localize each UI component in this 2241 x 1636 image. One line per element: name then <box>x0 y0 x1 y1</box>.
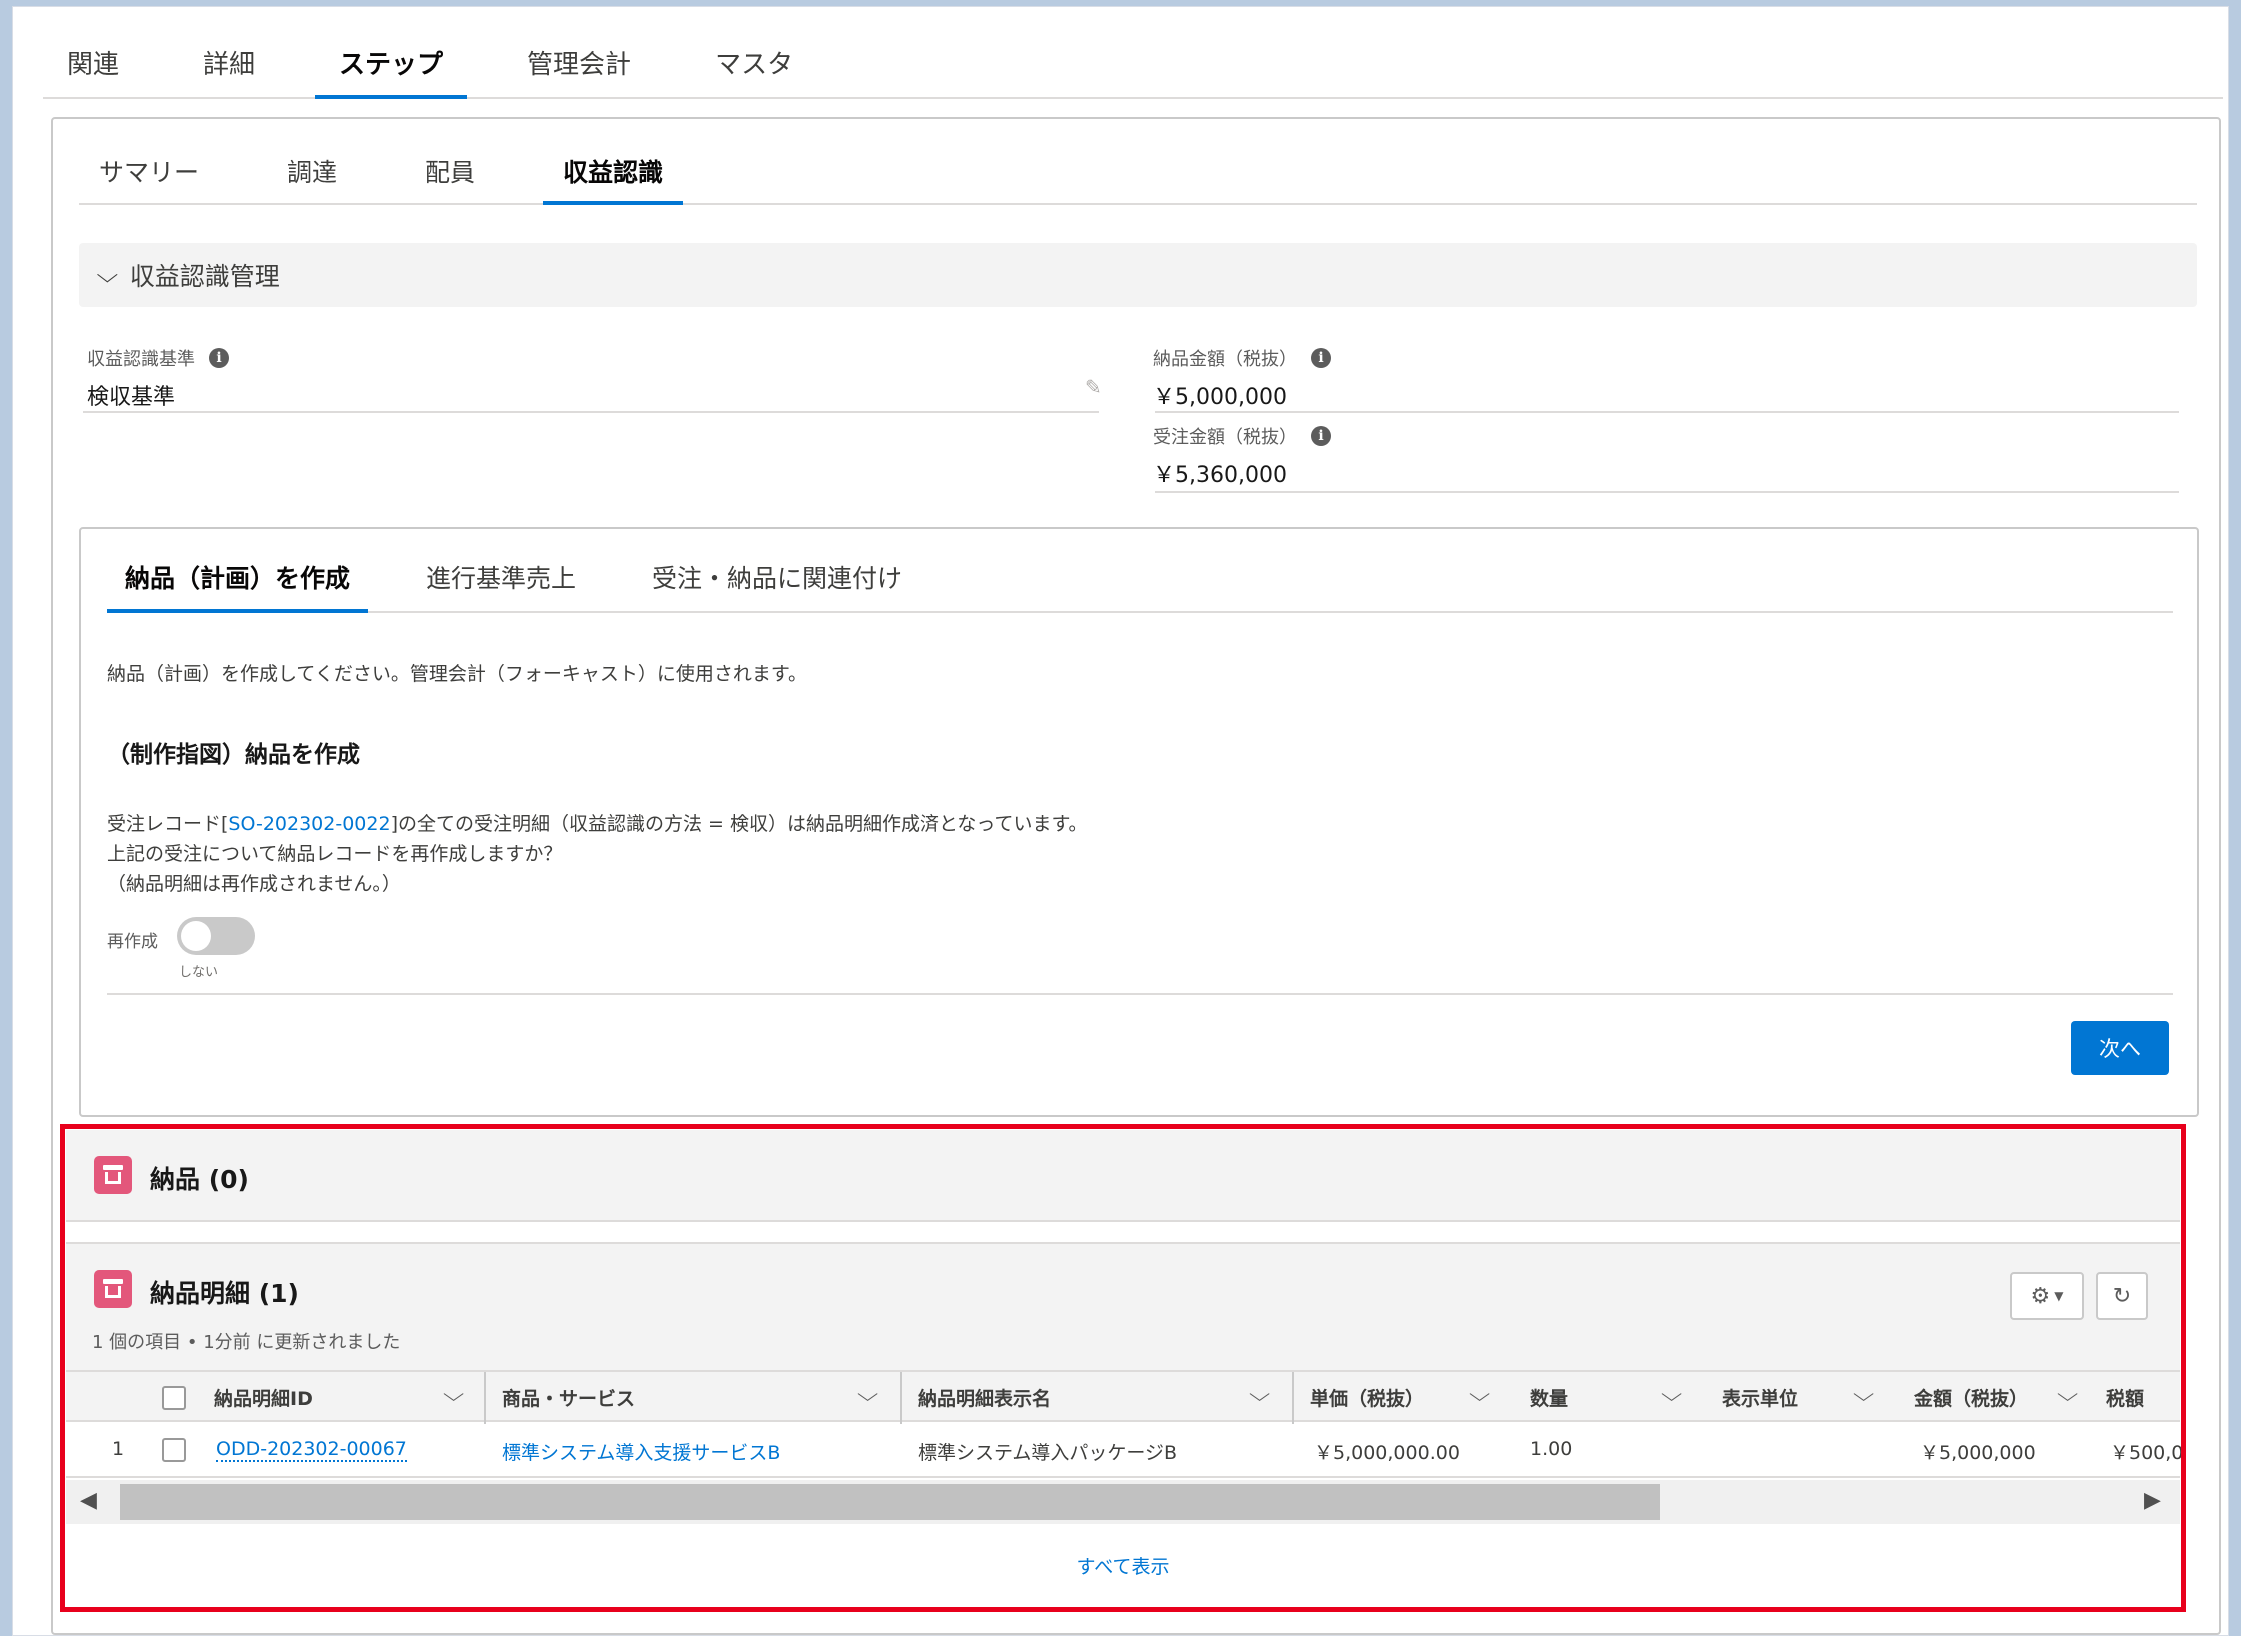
info-icon[interactable]: i <box>1311 348 1331 368</box>
field-divider <box>1155 491 2179 493</box>
tab-steps[interactable]: ステップ <box>315 44 468 99</box>
order-amount-value: ￥5,360,000 <box>1153 463 1287 488</box>
delivery-amount-label: 納品金額（税抜） <box>1153 349 1297 370</box>
line1-suffix: ]の全ての受注明細（収益認識の方法 = 検収）は納品明細作成済となっています。 <box>390 813 1088 835</box>
tab-summary[interactable]: サマリー <box>79 153 219 203</box>
info-icon[interactable]: i <box>1311 426 1331 446</box>
toggle-state-label: しない <box>179 965 219 980</box>
delivery-amount-field: 納品金額（税抜） i ￥5,000,000 <box>1153 345 2193 411</box>
edit-pencil-icon[interactable]: ✎ <box>1085 375 1102 399</box>
order-amount-label: 受注金額（税抜） <box>1153 427 1297 448</box>
wizard-line1: 受注レコード[SO-202302-0022]の全ての受注明細（収益認識の方法 =… <box>107 809 1088 836</box>
tab-master[interactable]: マスタ <box>691 44 817 97</box>
section-title: 収益認識管理 <box>129 262 280 291</box>
delivery-wizard: 納品（計画）を作成 進行基準売上 受注・納品に関連付け 納品（計画）を作成してく… <box>79 527 2199 1117</box>
wizard-divider <box>107 993 2173 995</box>
delivery-amount-value: ￥5,000,000 <box>1153 385 1287 410</box>
top-tab-bar: 関連 詳細 ステップ 管理会計 マスタ <box>43 35 2223 99</box>
tab-create-delivery-plan[interactable]: 納品（計画）を作成 <box>107 559 369 613</box>
order-amount-field: 受注金額（税抜） i ￥5,360,000 <box>1153 423 2193 489</box>
sales-order-link[interactable]: SO-202302-0022 <box>228 813 390 835</box>
wizard-title: （制作指図）納品を作成 <box>107 742 360 768</box>
field-divider <box>1155 411 2179 413</box>
basis-value: 検収基準 <box>87 385 176 410</box>
tab-link-order-delivery[interactable]: 受注・納品に関連付け <box>634 559 920 611</box>
section-header[interactable]: ⌵ 収益認識管理 <box>79 243 2197 307</box>
tab-related[interactable]: 関連 <box>43 44 143 97</box>
tab-management-accounting[interactable]: 管理会計 <box>503 44 655 97</box>
wizard-intro: 納品（計画）を作成してください。管理会計（フォーキャスト）に使用されます。 <box>107 663 807 685</box>
recreate-label: 再作成 <box>107 932 158 952</box>
tab-procurement[interactable]: 調達 <box>267 153 357 203</box>
tab-staffing[interactable]: 配員 <box>405 153 495 203</box>
recreate-toggle[interactable] <box>177 917 255 955</box>
wizard-tab-bar: 納品（計画）を作成 進行基準売上 受注・納品に関連付け <box>107 551 2173 613</box>
basis-label: 収益認識基準 <box>87 349 195 370</box>
wizard-line3: （納品明細は再作成されません。） <box>107 873 401 895</box>
field-divider <box>83 411 1099 413</box>
line1-prefix: 受注レコード[ <box>107 813 229 835</box>
highlight-frame <box>60 1124 2186 1612</box>
next-button[interactable]: 次へ <box>2071 1021 2169 1075</box>
tab-progress-revenue[interactable]: 進行基準売上 <box>408 559 594 611</box>
tab-revenue-recognition[interactable]: 収益認識 <box>543 153 684 205</box>
info-icon[interactable]: i <box>209 348 229 368</box>
toggle-knob <box>181 921 211 951</box>
chevron-down-icon: ⌵ <box>96 262 119 288</box>
basis-field: 収益認識基準 i 検収基準 <box>87 345 1097 411</box>
tab-details[interactable]: 詳細 <box>179 44 279 97</box>
wizard-line2: 上記の受注について納品レコードを再作成しますか？ <box>107 843 563 865</box>
sub-tab-bar: サマリー 調達 配員 収益認識 <box>79 147 2197 205</box>
